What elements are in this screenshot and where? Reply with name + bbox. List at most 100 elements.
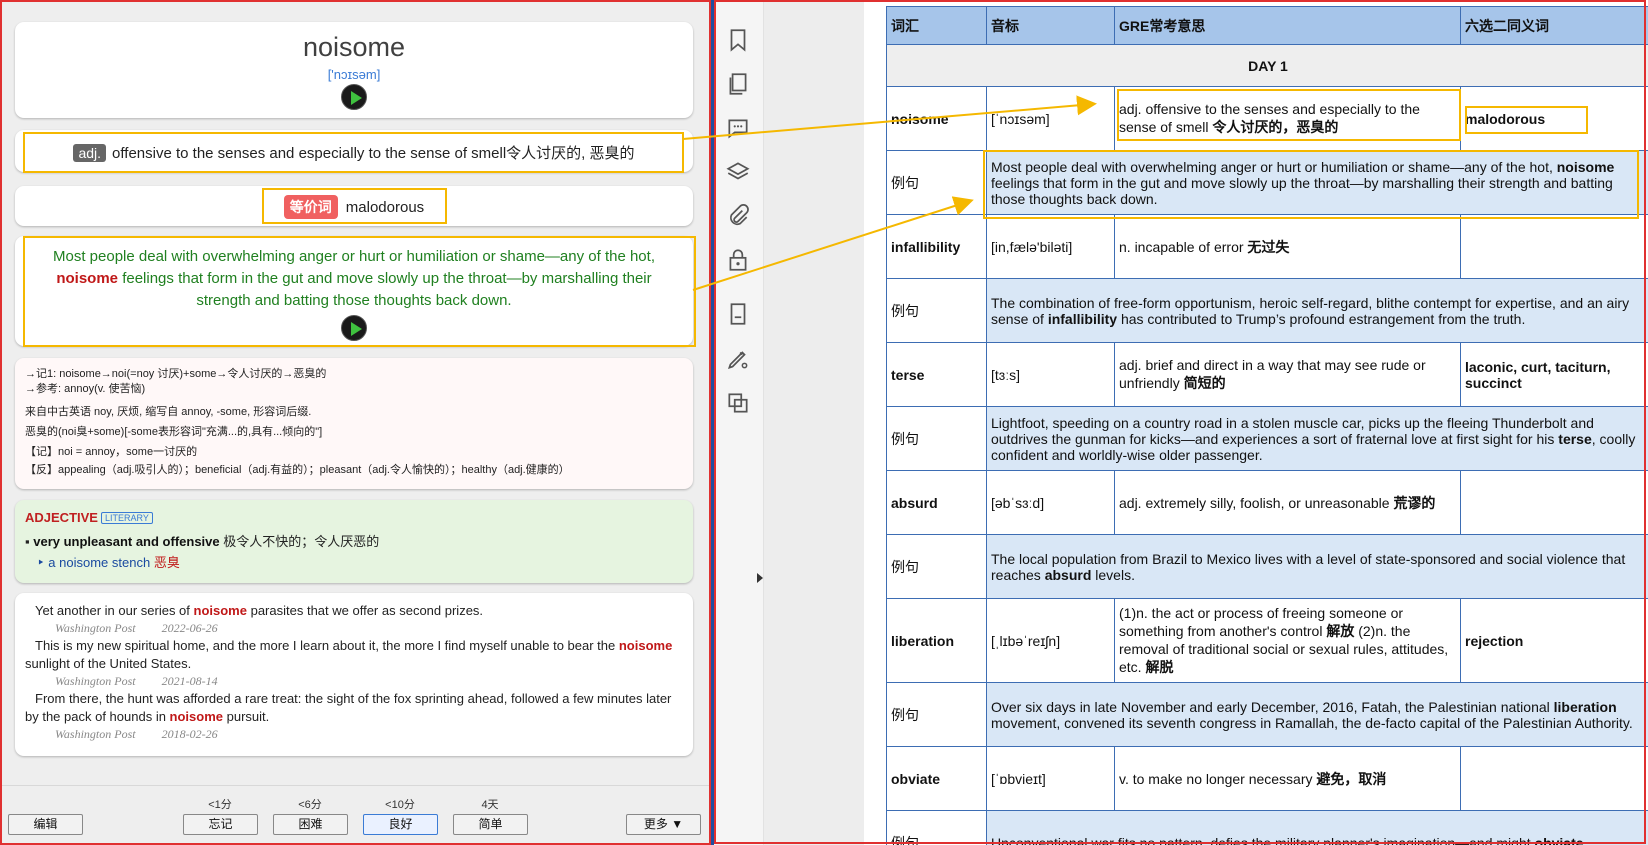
quote-text: Yet another in our series of noisome par… — [35, 603, 484, 618]
ipa-cell: [əbˈsɜːd] — [986, 470, 1115, 535]
ipa-cell: [in,fælə'biləti] — [986, 214, 1115, 279]
attachment-icon[interactable] — [725, 203, 751, 229]
synonym-cell-highlight — [1465, 106, 1588, 134]
ipa-cell: [ˈɒbvieɪt] — [986, 746, 1115, 811]
easy-button[interactable]: 简单 — [453, 814, 528, 835]
quotes-card: Yet another in our series of noisome par… — [15, 593, 693, 756]
comment-icon[interactable] — [725, 115, 751, 141]
word-cell: absurd — [886, 470, 987, 535]
table-row: liberation [ˌlɪbəˈreɪʃn] (1)n. the act or … — [886, 598, 1648, 683]
meaning-cell: v. to make no longer necessary 避免，取消 — [1114, 746, 1461, 811]
word-ipa: ['nɔɪsəm] — [327, 67, 381, 82]
synonym-cell — [1460, 746, 1648, 811]
header-synonyms: 六选二同义词 — [1460, 6, 1648, 45]
dictionary-card: ADJECTIVE LITERARY ▪ very unpleasant and … — [15, 500, 693, 583]
word-cell: noisome — [886, 86, 987, 151]
example-label: 例句 — [886, 682, 987, 747]
word-cell: infallibility — [886, 214, 987, 279]
mnemonic-notes: →记1: noisome→noi(=noy 讨厌)+some→令人讨厌的→恶臭的… — [25, 367, 683, 478]
note-line: →参考: annoy(v. 使苦恼) — [25, 383, 146, 395]
app-window: noisome ['nɔɪsəm] adj. offensive to the s… — [0, 0, 1648, 845]
quote-source: Washington Post 2022-06-26 — [55, 621, 218, 635]
day-row: DAY 1 — [886, 44, 1648, 87]
notes-card: →记1: noisome→noi(=noy 讨厌)+some→令人讨厌的→恶臭的… — [15, 358, 693, 489]
quotes-list: Yet another in our series of noisome par… — [15, 602, 683, 743]
quote-source: Washington Post 2021-08-14 — [55, 674, 218, 688]
word-card: noisome ['nɔɪsəm] — [15, 22, 693, 118]
collapse-arrow-icon[interactable] — [757, 573, 763, 583]
play-audio-icon[interactable] — [341, 84, 367, 110]
note-line: 来自中古英语 noy, 厌烦, 缩写自 annoy, -some, 形容词后缀. — [25, 406, 312, 418]
word-title: noisome — [302, 32, 406, 62]
more-button[interactable]: 更多 ▼ — [626, 814, 701, 835]
interval-hard: <6分 — [298, 799, 322, 811]
table-row: infallibility [in,fælə'biləti] n. incapabl… — [886, 214, 1648, 279]
example-cell: The combination of free-form opportunism… — [986, 278, 1648, 343]
example-row: 例句 The local population from Brazil to Me… — [886, 534, 1648, 599]
example-label: 例句 — [886, 406, 987, 471]
example-label: 例句 — [886, 150, 987, 215]
header-meaning: GRE常考意思 — [1114, 6, 1461, 45]
quote-text: This is my new spiritual home, and the m… — [25, 638, 673, 671]
pages-icon[interactable] — [725, 71, 751, 97]
bookmark-icon[interactable] — [725, 27, 751, 53]
note-line: →记1: noisome→noi(=noy 讨厌)+some→令人讨厌的→恶臭的 — [25, 368, 327, 380]
ipa-cell: [ˈnɔɪsəm] — [986, 86, 1115, 151]
pos-heading: ADJECTIVE — [25, 510, 98, 525]
header-word: 词汇 — [886, 6, 987, 45]
example-row: 例句 The combination of free-form opportuni… — [886, 278, 1648, 343]
lock-icon[interactable] — [725, 247, 751, 273]
synonym-cell — [1460, 470, 1648, 535]
layers-icon[interactable] — [725, 159, 751, 185]
interval-forgot: <1分 — [208, 799, 232, 811]
meaning-highlight — [1117, 89, 1461, 141]
dictionary-entry: ADJECTIVE LITERARY ▪ very unpleasant and … — [25, 509, 379, 571]
meaning-cell: n. incapable of error 无过失 — [1114, 214, 1461, 279]
meaning-cell: adj. extremely silly, foolish, or unreas… — [1114, 470, 1461, 535]
example-row: 例句 Over six days in late November and ear… — [886, 682, 1648, 747]
review-bar: <1分 <6分 <10分 4天 编辑 忘记 困难 良好 简单 更多 ▼ — [2, 785, 709, 843]
meaning-cell: (1)n. the act or process of freeing some… — [1114, 598, 1461, 683]
word-cell: terse — [886, 342, 987, 407]
ipa-cell: [tɜːs] — [986, 342, 1115, 407]
interval-easy: 4天 — [481, 799, 499, 811]
register-badge: LITERARY — [100, 512, 153, 524]
table-header-row: 词汇 音标 GRE常考意思 六选二同义词 — [886, 6, 1648, 45]
example-highlight — [23, 236, 696, 347]
example-label: 例句 — [886, 534, 987, 599]
quote-text: From there, the hunt was afforded a rare… — [25, 691, 672, 724]
table-row: obviate [ˈɒbvieɪt] v. to make no longer ne… — [886, 746, 1648, 811]
sense-example: ‣ a noisome stench 恶臭 — [37, 555, 180, 570]
synonym-cell — [1460, 214, 1648, 279]
synonym-cell: laconic, curt, taciturn, succinct — [1460, 342, 1648, 407]
example-row: 例句 Unconventional war fits no pattern, de… — [886, 810, 1648, 845]
hard-button[interactable]: 困难 — [273, 814, 348, 835]
word-cell: obviate — [886, 746, 987, 811]
example-cell-highlight — [983, 150, 1639, 219]
note-line: 【记】noi = annoy，some一讨厌的 — [25, 446, 198, 458]
ipa-cell: [ˌlɪbəˈreɪʃn] — [986, 598, 1115, 683]
example-label: 例句 — [886, 810, 987, 845]
header-ipa: 音标 — [986, 6, 1115, 45]
definition-highlight — [23, 132, 684, 173]
example-row: 例句 Lightfoot, speeding on a country road … — [886, 406, 1648, 471]
day-label: DAY 1 — [886, 44, 1648, 87]
quote-source: Washington Post 2018-02-26 — [55, 727, 218, 741]
interval-good: <10分 — [385, 799, 415, 811]
edit-button[interactable]: 编辑 — [8, 814, 83, 835]
table-row: terse [tɜːs] adj. brief and direct in a wa… — [886, 342, 1648, 407]
example-cell: The local population from Brazil to Mexi… — [986, 534, 1648, 599]
forgot-button[interactable]: 忘记 — [183, 814, 258, 835]
flashcard-pane: noisome ['nɔɪsəm] adj. offensive to the s… — [0, 0, 711, 845]
copy-icon[interactable] — [725, 390, 751, 416]
document-icon[interactable] — [725, 301, 751, 327]
meaning-cell: adj. brief and direct in a way that may … — [1114, 342, 1461, 407]
pen-icon[interactable] — [725, 346, 751, 372]
good-button[interactable]: 良好 — [363, 814, 438, 835]
note-line: 【反】appealing（adj.吸引人的）；beneficial（adj.有益… — [25, 464, 570, 476]
example-label: 例句 — [886, 278, 987, 343]
pdf-sidebar-toolbar — [714, 0, 764, 845]
synonym-highlight — [262, 188, 447, 224]
example-cell: Over six days in late November and early… — [986, 682, 1648, 747]
note-line: 恶臭的(noi臭+some)[-some表形容词"充满...的,具有...倾向的… — [25, 426, 323, 438]
